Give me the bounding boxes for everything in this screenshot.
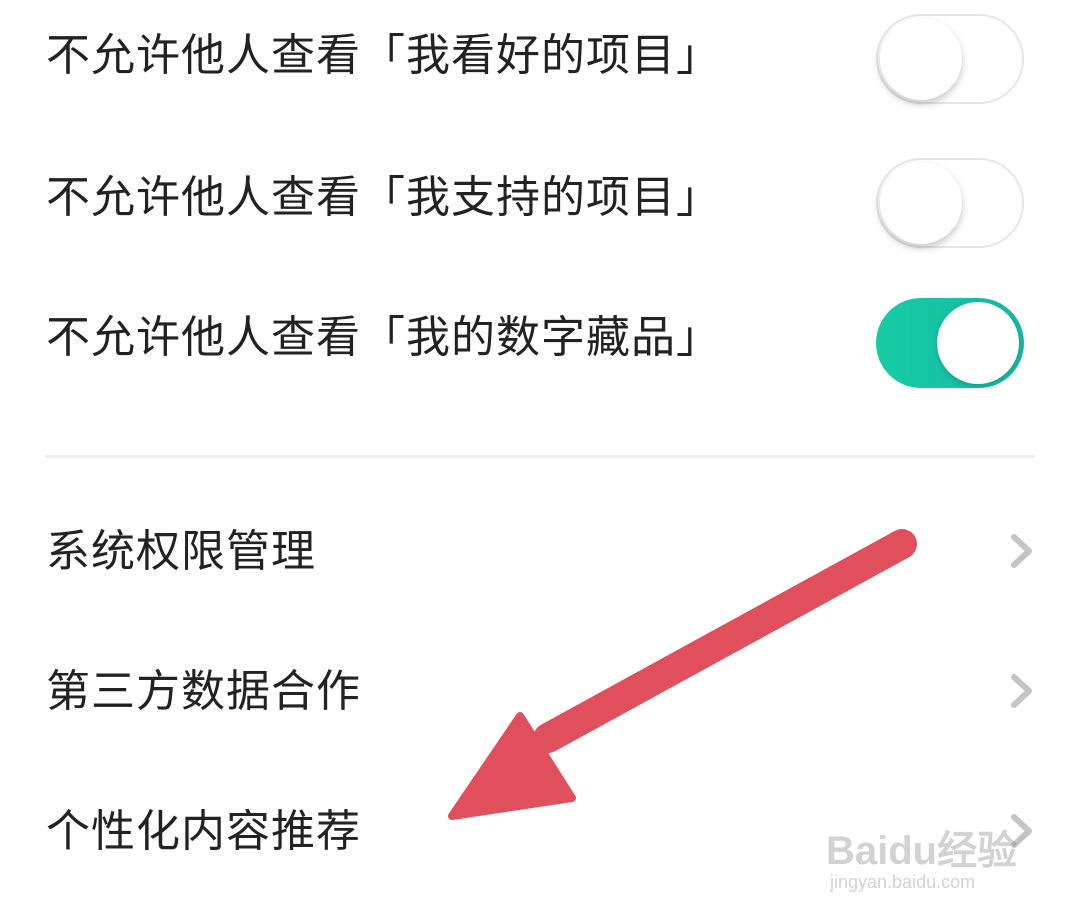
toggle-row-digital-collectibles: 不允许他人查看「我的数字藏品」 [0,298,1080,408]
menu-item-label: 系统权限管理 [46,526,316,577]
chevron-right-icon [1011,534,1032,568]
toggle-supported-projects[interactable] [876,158,1024,248]
toggle-label-supported-projects: 不允许他人查看「我支持的项目」 [46,172,721,223]
toggle-knob [880,18,962,100]
toggle-knob [880,162,962,244]
menu-item-system-permissions[interactable]: 系统权限管理 [0,500,1080,610]
toggle-knob [937,302,1019,384]
toggle-row-supported-projects: 不允许他人查看「我支持的项目」 [0,158,1080,268]
chevron-right-icon [1011,674,1032,708]
section-divider [46,455,1034,458]
baidu-watermark: Baidu经验 jingyan.baidu.com [826,800,1036,900]
toggle-row-watched-projects: 不允许他人查看「我看好的项目」 [0,14,1080,126]
watermark-logo: Baidu经验 [826,829,1018,873]
toggle-digital-collectibles[interactable] [876,298,1024,388]
menu-item-label: 个性化内容推荐 [46,806,361,857]
toggle-label-watched-projects: 不允许他人查看「我看好的项目」 [46,30,721,81]
toggle-label-digital-collectibles: 不允许他人查看「我的数字藏品」 [46,312,721,363]
menu-item-label: 第三方数据合作 [46,666,361,717]
toggle-watched-projects[interactable] [876,14,1024,104]
menu-item-third-party-data[interactable]: 第三方数据合作 [0,640,1080,750]
watermark-url: jingyan.baidu.com [830,872,976,892]
